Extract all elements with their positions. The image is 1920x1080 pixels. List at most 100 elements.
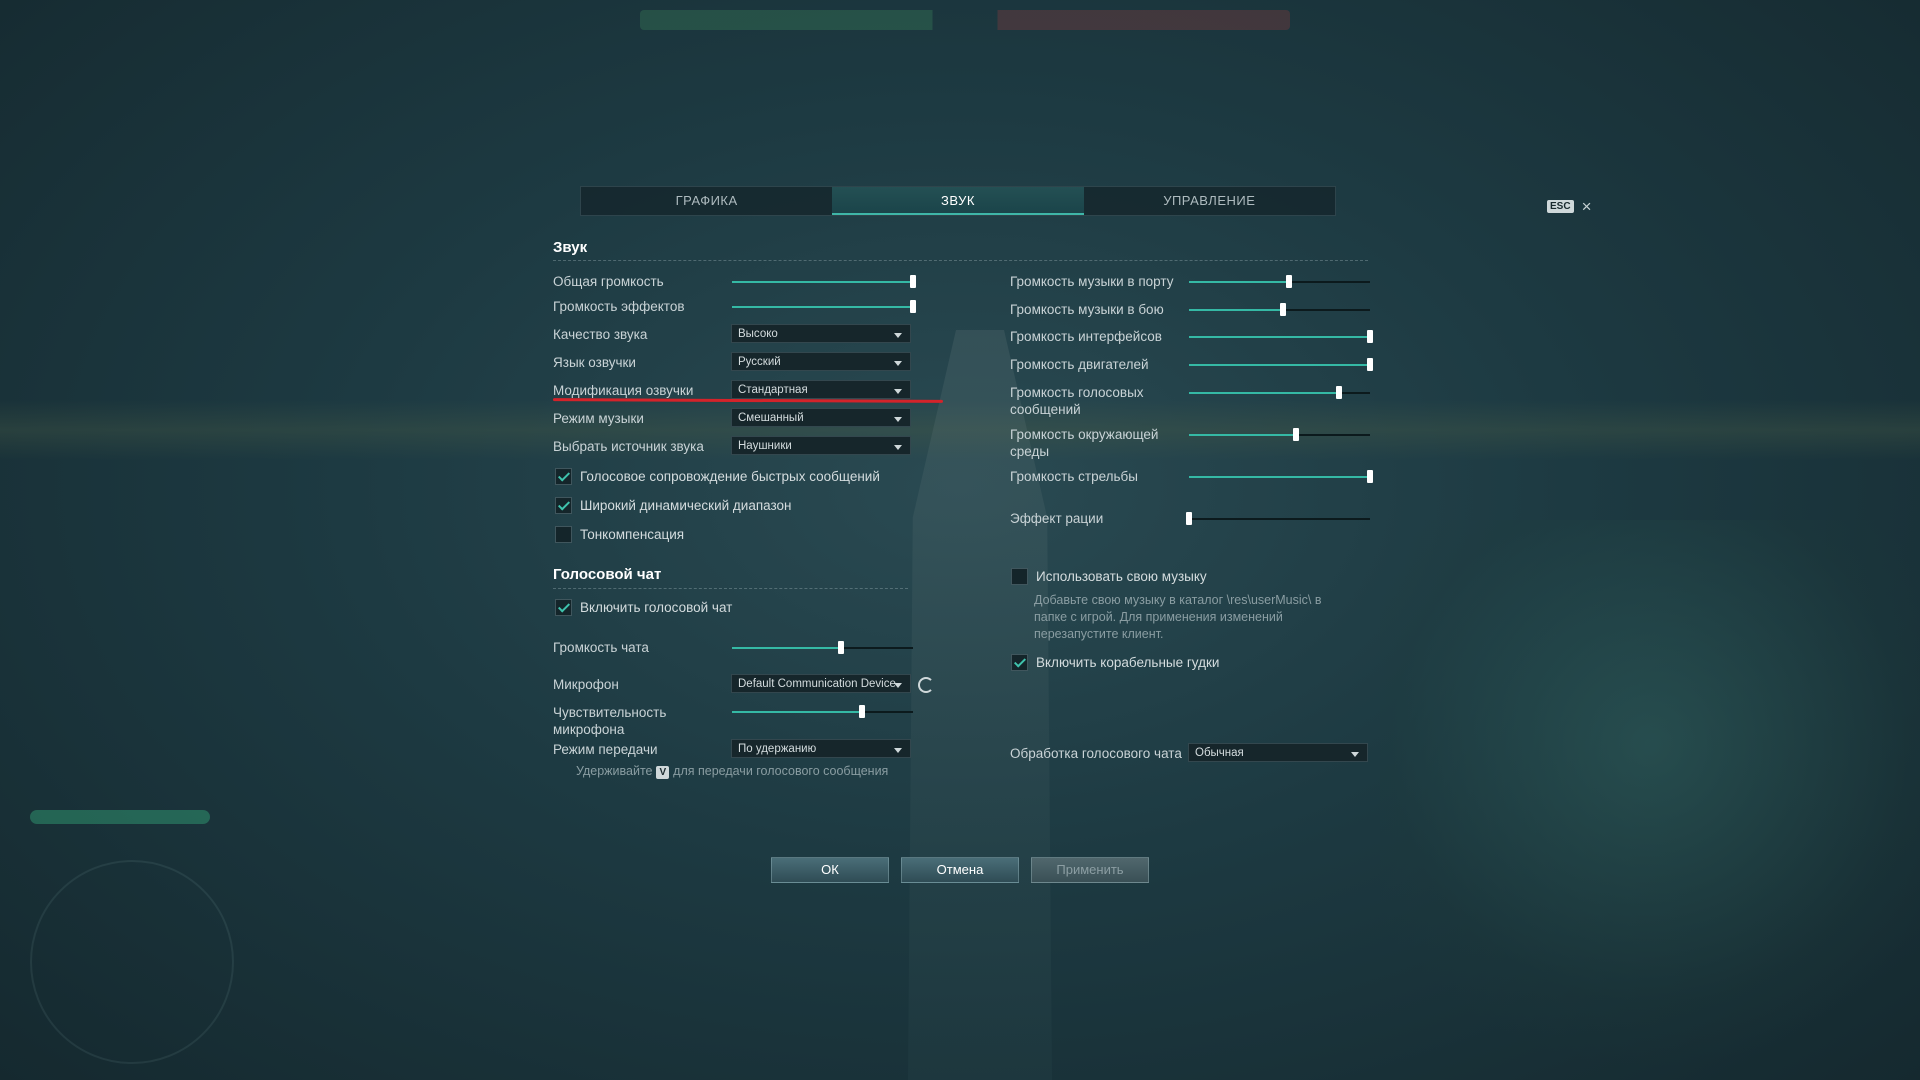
voice-language-label: Язык озвучки bbox=[553, 355, 636, 370]
slider-fill bbox=[1189, 364, 1370, 366]
hint-text-after: для передачи голосового сообщения bbox=[673, 764, 889, 778]
team-score-bar bbox=[640, 10, 1290, 30]
tab-sound[interactable]: ЗВУК bbox=[832, 187, 1084, 215]
gunfire-volume-label: Громкость стрельбы bbox=[1010, 469, 1138, 484]
voice-language-select[interactable]: Русский bbox=[731, 352, 911, 371]
sound-section-divider bbox=[553, 260, 1368, 261]
push-to-talk-hint: Удерживайте Vдля передачи голосового сооб… bbox=[576, 763, 888, 780]
ship-status-ring bbox=[30, 860, 234, 1064]
ok-button[interactable]: ОК bbox=[771, 857, 889, 883]
select-value: Default Communication Device bbox=[738, 678, 896, 690]
slider-thumb[interactable] bbox=[1280, 303, 1287, 316]
voice-messages-volume-slider[interactable] bbox=[1189, 386, 1370, 399]
battle-music-volume-slider[interactable] bbox=[1189, 303, 1370, 316]
ship-horns-checkbox[interactable] bbox=[1011, 654, 1028, 671]
enable-voice-chat-checkbox[interactable] bbox=[555, 599, 572, 616]
quick-messages-voice-row[interactable]: Голосовое сопровождение быстрых сообщени… bbox=[555, 468, 880, 485]
mic-sensitivity-slider[interactable] bbox=[732, 705, 913, 718]
mic-sensitivity-label: Чувствительность микрофона bbox=[553, 705, 667, 737]
esc-close[interactable]: ESC × bbox=[1547, 198, 1592, 215]
sound-quality-label: Качество звука bbox=[553, 327, 648, 342]
custom-music-checkbox[interactable] bbox=[1011, 568, 1028, 585]
ship-horns-row[interactable]: Включить корабельные гудки bbox=[1011, 654, 1219, 671]
transmit-mode-select[interactable]: По удержанию bbox=[731, 739, 911, 758]
chevron-down-icon bbox=[894, 445, 902, 450]
slider-thumb[interactable] bbox=[1292, 428, 1299, 441]
chat-volume-slider[interactable] bbox=[732, 641, 913, 654]
select-value: Высоко bbox=[738, 328, 778, 340]
tab-controls[interactable]: УПРАВЛЕНИЕ bbox=[1084, 187, 1335, 215]
slider-thumb[interactable] bbox=[1285, 275, 1292, 288]
effects-volume-label: Громкость эффектов bbox=[553, 299, 685, 314]
hint-text-before: Удерживайте bbox=[576, 764, 653, 778]
radio-effect-slider[interactable] bbox=[1186, 512, 1370, 525]
interface-volume-slider[interactable] bbox=[1189, 330, 1373, 343]
loudness-compensation-checkbox[interactable] bbox=[555, 526, 572, 543]
voice-mod-select[interactable]: Стандартная bbox=[731, 380, 911, 399]
slider-thumb[interactable] bbox=[1367, 358, 1373, 371]
slider-fill bbox=[1189, 309, 1284, 311]
ambient-volume-slider[interactable] bbox=[1189, 428, 1370, 441]
music-mode-label: Режим музыки bbox=[553, 411, 644, 426]
checkbox-label: Тонкомпенсация bbox=[580, 527, 685, 542]
chevron-down-icon bbox=[894, 333, 902, 338]
loudness-compensation-row[interactable]: Тонкомпенсация bbox=[555, 526, 684, 543]
sound-source-label: Выбрать источник звука bbox=[553, 439, 704, 454]
slider-thumb[interactable] bbox=[910, 275, 916, 288]
slider-fill bbox=[1189, 336, 1370, 338]
ambient-volume-label: Громкость окружающей среды bbox=[1010, 427, 1159, 459]
close-icon[interactable]: × bbox=[1582, 198, 1592, 215]
slider-thumb[interactable] bbox=[1367, 470, 1373, 483]
slider-thumb[interactable] bbox=[1367, 330, 1373, 343]
refresh-icon[interactable] bbox=[918, 677, 934, 693]
select-value: Обычная bbox=[1195, 747, 1244, 759]
select-value: Смешанный bbox=[738, 412, 804, 424]
interface-volume-label: Громкость интерфейсов bbox=[1010, 329, 1162, 344]
select-value: По удержанию bbox=[738, 743, 817, 755]
battle-music-volume-label: Громкость музыки в бою bbox=[1010, 302, 1164, 317]
slider-fill bbox=[1189, 392, 1340, 394]
checkbox-label: Использовать свою музыку bbox=[1036, 569, 1207, 584]
select-value: Русский bbox=[738, 356, 781, 368]
gunfire-volume-slider[interactable] bbox=[1189, 470, 1373, 483]
slider-fill bbox=[1189, 476, 1370, 478]
voice-chat-section-title: Голосовой чат bbox=[553, 566, 662, 583]
microphone-select[interactable]: Default Communication Device bbox=[731, 674, 911, 693]
slider-fill bbox=[1189, 281, 1289, 283]
chevron-down-icon bbox=[894, 417, 902, 422]
slider-thumb[interactable] bbox=[859, 705, 866, 718]
slider-fill bbox=[732, 711, 863, 713]
sound-quality-select[interactable]: Высоко bbox=[731, 324, 911, 343]
slider-thumb[interactable] bbox=[837, 641, 844, 654]
checkbox-label: Включить голосовой чат bbox=[580, 600, 733, 615]
custom-music-row[interactable]: Использовать свою музыку bbox=[1011, 568, 1207, 585]
chevron-down-icon bbox=[894, 683, 902, 688]
tab-graphics[interactable]: ГРАФИКА bbox=[581, 187, 832, 215]
enable-voice-chat-row[interactable]: Включить голосовой чат bbox=[555, 599, 732, 616]
voice-processing-select[interactable]: Обычная bbox=[1188, 743, 1368, 762]
apply-button[interactable]: Применить bbox=[1031, 857, 1149, 883]
slider-thumb[interactable] bbox=[1186, 512, 1192, 525]
wide-dynamic-range-checkbox[interactable] bbox=[555, 497, 572, 514]
checkbox-label: Включить корабельные гудки bbox=[1036, 655, 1220, 670]
engine-volume-slider[interactable] bbox=[1189, 358, 1373, 371]
custom-music-hint: Добавьте свою музыку в каталог \res\user… bbox=[1034, 593, 1322, 641]
cancel-button[interactable]: Отмена bbox=[901, 857, 1019, 883]
chevron-down-icon bbox=[894, 389, 902, 394]
effects-volume-slider[interactable] bbox=[732, 300, 916, 313]
push-to-talk-key: V bbox=[656, 766, 670, 779]
sound-section-title: Звук bbox=[553, 239, 588, 256]
select-value: Стандартная bbox=[738, 384, 808, 396]
music-mode-select[interactable]: Смешанный bbox=[731, 408, 911, 427]
radio-effect-label: Эффект рации bbox=[1010, 511, 1104, 526]
sound-source-select[interactable]: Наушники bbox=[731, 436, 911, 455]
checkbox-label: Голосовое сопровождение быстрых сообщени… bbox=[580, 469, 880, 484]
port-music-volume-slider[interactable] bbox=[1189, 275, 1370, 288]
slider-thumb[interactable] bbox=[910, 300, 916, 313]
chat-volume-label: Громкость чата bbox=[553, 640, 649, 655]
wide-dynamic-range-row[interactable]: Широкий динамический диапазон bbox=[555, 497, 792, 514]
slider-thumb[interactable] bbox=[1336, 386, 1343, 399]
quick-messages-voice-checkbox[interactable] bbox=[555, 468, 572, 485]
engine-volume-label: Громкость двигателей bbox=[1010, 357, 1149, 372]
master-volume-slider[interactable] bbox=[732, 275, 916, 288]
